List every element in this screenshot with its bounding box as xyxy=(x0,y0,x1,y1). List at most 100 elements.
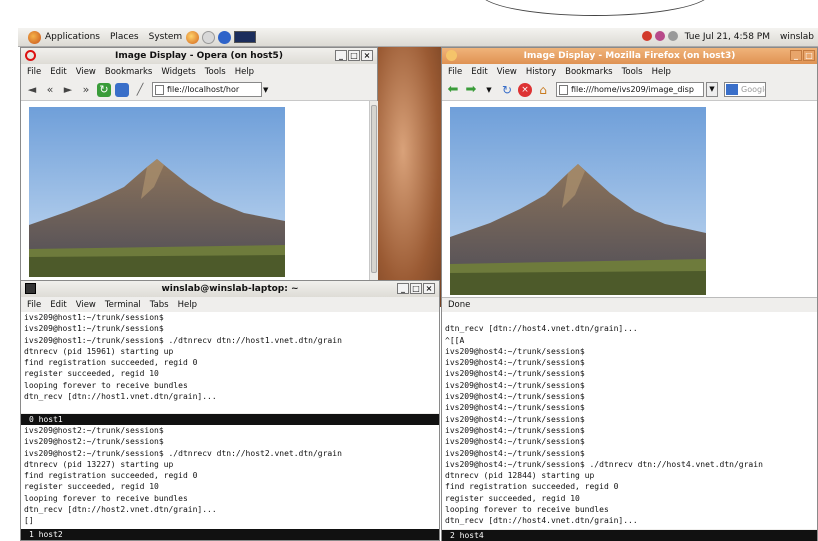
history-dropdown-icon[interactable]: ▼ xyxy=(482,83,496,97)
terminal-line: ivs209@host4:~/trunk/session$ xyxy=(445,448,585,458)
google-search-icon[interactable] xyxy=(726,84,738,95)
firefox-menu-view[interactable]: View xyxy=(497,67,517,77)
terminal-menu-tabs[interactable]: Tabs xyxy=(150,300,169,310)
terminal-line: register succeeded, regid 10 xyxy=(24,369,159,379)
terminal1-bottom-pane[interactable]: ivs209@host2:~/trunk/session$ ivs209@host… xyxy=(21,425,439,529)
terminal-line: ivs209@host4:~/trunk/session$ xyxy=(445,437,585,447)
terminal1-bottom-statusbar: 1 host2 xyxy=(21,529,439,540)
firefox-menu-help[interactable]: Help xyxy=(652,67,671,77)
opera-titlebar[interactable]: Image Display - Opera (on host5) _ □ × xyxy=(21,48,377,64)
terminal-launcher-icon[interactable] xyxy=(234,31,257,43)
reload-icon[interactable]: ↻ xyxy=(97,82,111,97)
mountain-photo xyxy=(29,107,285,277)
opera-address-field[interactable]: file://localhost/hor xyxy=(152,82,262,97)
opera-menu-widgets[interactable]: Widgets xyxy=(161,67,195,77)
opera-menu-tools[interactable]: Tools xyxy=(205,67,226,77)
opera-tray-icon[interactable] xyxy=(642,31,652,41)
applications-menu[interactable]: Applications xyxy=(28,30,100,44)
forward-arrow-icon[interactable]: ► xyxy=(61,83,75,97)
opera-page-content xyxy=(21,101,369,282)
firefox-launcher-icon[interactable] xyxy=(186,30,200,44)
opera-menu-help[interactable]: Help xyxy=(235,67,254,77)
opera-maximize-button[interactable]: □ xyxy=(348,50,360,61)
terminal1-top-pane[interactable]: ivs209@host1:~/trunk/session$ ivs209@host… xyxy=(21,312,439,413)
stop-icon[interactable]: × xyxy=(518,82,532,97)
terminal1-top-statusbar: 0 host1 xyxy=(21,414,439,425)
terminal-line: ivs209@host1:~/trunk/session$ xyxy=(24,313,164,322)
home-icon[interactable] xyxy=(115,82,129,97)
network-tray-icon[interactable] xyxy=(655,31,665,41)
opera-menu-bookmarks[interactable]: Bookmarks xyxy=(105,67,153,77)
terminal-line: [] xyxy=(24,516,34,526)
terminal-menu-view[interactable]: View xyxy=(76,300,96,310)
panel-clock[interactable]: Tue Jul 21, 4:58 PM xyxy=(685,32,770,42)
firefox-titlebar[interactable]: Image Display - Mozilla Firefox (on host… xyxy=(442,48,817,64)
terminal-line: ivs209@host4:~/trunk/session$ xyxy=(445,392,585,402)
opera-minimize-button[interactable]: _ xyxy=(335,50,347,61)
firefox-address-field[interactable]: file:///home/ivs209/image_disp xyxy=(556,82,704,97)
terminal-line: dtn_recv [dtn://host2.vnet.dtn/grain]... xyxy=(24,505,217,515)
terminal-menu-terminal[interactable]: Terminal xyxy=(105,300,141,310)
terminal-line: ivs209@host4:~/trunk/session$ xyxy=(445,369,585,379)
opera-menu-edit[interactable]: Edit xyxy=(50,67,66,77)
terminal-app-icon xyxy=(25,283,36,294)
rewind-icon[interactable]: « xyxy=(43,83,57,97)
places-menu[interactable]: Places xyxy=(110,32,139,42)
terminal-line: ivs209@host1:~/trunk/session$ xyxy=(24,324,164,334)
terminal-line: dtn_recv [dtn://host4.vnet.dtn/grain]... xyxy=(445,516,638,526)
opera-menu-view[interactable]: View xyxy=(76,67,96,77)
system-menu[interactable]: System xyxy=(149,32,183,42)
firefox-menu-bookmarks[interactable]: Bookmarks xyxy=(565,67,613,77)
opera-menu-file[interactable]: File xyxy=(27,67,41,77)
terminal-menu-help[interactable]: Help xyxy=(178,300,197,310)
firefox-address-dropdown-icon[interactable]: ▼ xyxy=(706,82,718,97)
firefox-page-content xyxy=(442,101,817,297)
firefox-minimize-button[interactable]: _ xyxy=(790,50,802,61)
terminal-line: find registration succeeded, regid 0 xyxy=(445,482,619,492)
terminal1-minimize-button[interactable]: _ xyxy=(397,283,409,294)
edit-pen-icon[interactable]: ╱ xyxy=(133,83,147,97)
terminal-line: dtnrecv (pid 12844) starting up xyxy=(445,471,595,481)
file-icon xyxy=(155,85,164,95)
firefox-menu-tools[interactable]: Tools xyxy=(622,67,643,77)
terminal-line: dtn_recv [dtn://host4.vnet.dtn/grain]... xyxy=(445,324,638,334)
terminal-line: ivs209@host2:~/trunk/session$ xyxy=(24,426,164,435)
opera-toolbar: ◄ « ► » ↻ ╱ file://localhost/hor ▼ xyxy=(21,79,377,101)
forward-arrow-icon[interactable]: ➡ xyxy=(464,82,478,97)
terminal1-maximize-button[interactable]: □ xyxy=(410,283,422,294)
back-arrow-icon[interactable]: ◄ xyxy=(25,83,39,97)
opera-address-dropdown-icon[interactable]: ▼ xyxy=(263,86,268,94)
terminal-menu-edit[interactable]: Edit xyxy=(50,300,66,310)
help-launcher-icon[interactable] xyxy=(218,30,232,44)
firefox-menubar: File Edit View History Bookmarks Tools H… xyxy=(442,64,817,79)
terminal-menu-file[interactable]: File xyxy=(27,300,41,310)
firefox-maximize-button[interactable]: □ xyxy=(803,50,815,61)
terminal-line: ivs209@host4:~/trunk/session$ xyxy=(445,414,585,424)
firefox-menu-file[interactable]: File xyxy=(448,67,462,77)
terminal1-titlebar[interactable]: winslab@winslab-laptop: ~ _ □ × xyxy=(21,281,439,297)
terminal1-close-button[interactable]: × xyxy=(423,283,435,294)
firefox-search-field[interactable]: Google xyxy=(724,82,766,97)
opera-scroll-thumb[interactable] xyxy=(371,105,377,273)
gnome-foot-icon xyxy=(28,30,41,44)
firefox-menu-history[interactable]: History xyxy=(526,67,556,77)
opera-close-button[interactable]: × xyxy=(361,50,373,61)
terminal-line: ^[[A xyxy=(445,335,465,345)
terminal-line: find registration succeeded, regid 0 xyxy=(24,471,198,481)
terminal2-output[interactable]: dtn_recv [dtn://host4.vnet.dtn/grain]...… xyxy=(442,312,817,529)
back-arrow-icon[interactable]: ⬅ xyxy=(446,82,460,97)
fast-forward-icon[interactable]: » xyxy=(79,83,93,97)
panel-user[interactable]: winslab xyxy=(780,32,814,42)
home-icon[interactable]: ⌂ xyxy=(536,83,550,97)
reload-icon[interactable]: ↻ xyxy=(500,83,514,97)
mail-launcher-icon[interactable] xyxy=(202,30,216,44)
volume-tray-icon[interactable] xyxy=(668,31,678,41)
firefox-statusbar: Done xyxy=(442,297,817,312)
firefox-toolbar: ⬅ ➡ ▼ ↻ × ⌂ file:///home/ivs209/image_di… xyxy=(442,79,817,101)
firefox-menu-edit[interactable]: Edit xyxy=(471,67,487,77)
terminal-line: ivs209@host4:~/trunk/session$ ./dtnrecv … xyxy=(445,459,763,469)
desktop-background xyxy=(375,47,445,307)
opera-scrollbar[interactable] xyxy=(369,101,378,282)
terminal-line: ivs209@host2:~/trunk/session$ xyxy=(24,437,164,447)
